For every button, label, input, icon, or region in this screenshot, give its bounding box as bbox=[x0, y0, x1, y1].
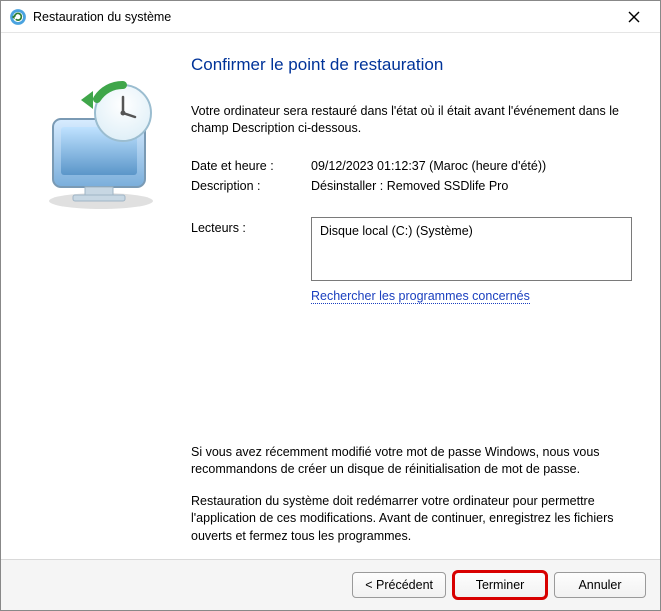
drives-listbox[interactable]: Disque local (C:) (Système) bbox=[311, 217, 632, 281]
datetime-label: Date et heure : bbox=[191, 159, 311, 173]
window-title: Restauration du système bbox=[33, 10, 614, 24]
system-restore-window: Restauration du système bbox=[0, 0, 661, 611]
page-heading: Confirmer le point de restauration bbox=[191, 55, 632, 75]
datetime-row: Date et heure : 09/12/2023 01:12:37 (Mar… bbox=[191, 159, 632, 173]
password-note: Si vous avez récemment modifié votre mot… bbox=[191, 444, 632, 479]
close-icon[interactable] bbox=[614, 3, 654, 31]
titlebar: Restauration du système bbox=[1, 1, 660, 33]
content-column: Confirmer le point de restauration Votre… bbox=[191, 51, 650, 551]
drives-label: Lecteurs : bbox=[191, 217, 311, 281]
system-restore-icon bbox=[9, 8, 27, 26]
description-row: Description : Désinstaller : Removed SSD… bbox=[191, 179, 632, 193]
description-label: Description : bbox=[191, 179, 311, 193]
intro-text: Votre ordinateur sera restauré dans l'ét… bbox=[191, 103, 632, 137]
scan-affected-programs-link[interactable]: Rechercher les programmes concernés bbox=[311, 289, 530, 304]
restart-note: Restauration du système doit redémarrer … bbox=[191, 493, 632, 546]
finish-button[interactable]: Terminer bbox=[454, 572, 546, 598]
back-button[interactable]: < Précédent bbox=[352, 572, 446, 598]
cancel-button[interactable]: Annuler bbox=[554, 572, 646, 598]
drives-row: Lecteurs : Disque local (C:) (Système) bbox=[191, 217, 632, 281]
illustration-column bbox=[11, 51, 191, 551]
scan-link-row: Rechercher les programmes concernés bbox=[191, 289, 632, 304]
footer-buttons: < Précédent Terminer Annuler bbox=[1, 560, 660, 610]
drive-item: Disque local (C:) (Système) bbox=[320, 224, 623, 238]
monitor-restore-icon bbox=[31, 75, 171, 218]
dialog-body: Confirmer le point de restauration Votre… bbox=[1, 33, 660, 560]
notes-block: Si vous avez récemment modifié votre mot… bbox=[191, 444, 632, 552]
datetime-value: 09/12/2023 01:12:37 (Maroc (heure d'été)… bbox=[311, 159, 632, 173]
description-value: Désinstaller : Removed SSDlife Pro bbox=[311, 179, 632, 193]
